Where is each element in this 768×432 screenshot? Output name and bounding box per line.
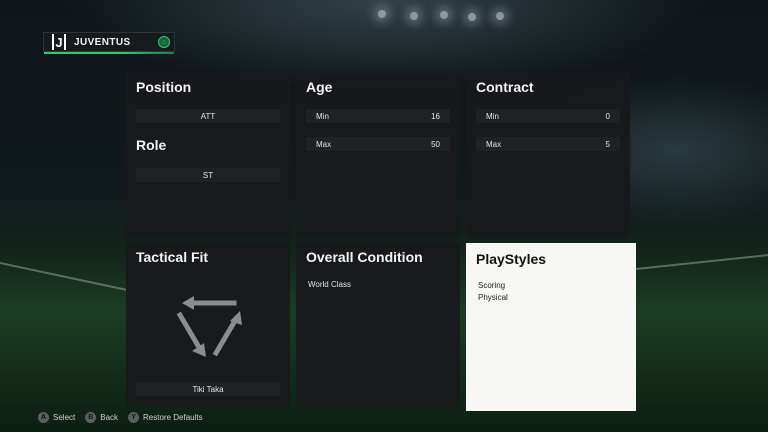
age-max-row[interactable]: Max 50 [306, 137, 450, 151]
club-logo: J [52, 34, 66, 50]
select-hint[interactable]: A Select [38, 412, 75, 423]
age-min-value: 16 [431, 111, 440, 121]
back-label: Back [100, 413, 119, 422]
age-max-value: 50 [431, 139, 440, 149]
tactical-fit-title: Tactical Fit [136, 249, 209, 265]
contract-max-label: Max [486, 139, 502, 149]
stadium-light [410, 12, 418, 20]
age-min-row[interactable]: Min 16 [306, 109, 450, 123]
stadium-light [378, 10, 386, 18]
contract-max-row[interactable]: Max 5 [476, 137, 620, 151]
stadium-light [496, 12, 504, 20]
playstyle-item: Physical [478, 293, 508, 302]
contract-min-row[interactable]: Min 0 [476, 109, 620, 123]
position-title: Position [136, 79, 192, 95]
restore-defaults-label: Restore Defaults [143, 413, 203, 422]
role-title: Role [136, 137, 167, 153]
stadium-light [440, 11, 448, 19]
position-panel[interactable]: Position ATT Role ST [126, 73, 290, 237]
tactical-fit-panel[interactable]: Tactical Fit Tiki Taka [126, 243, 290, 407]
contract-title: Contract [476, 79, 534, 95]
contract-min-value: 0 [605, 111, 610, 121]
a-button-icon: A [38, 412, 49, 423]
club-name: JUVENTUS [74, 36, 131, 48]
stadium-light [468, 13, 476, 21]
position-value-row[interactable]: ATT [136, 109, 280, 123]
contract-panel[interactable]: Contract Min 0 Max 5 [466, 73, 630, 237]
back-hint[interactable]: B Back [85, 412, 118, 423]
b-button-icon: B [85, 412, 97, 423]
tactical-fit-value-row[interactable]: Tiki Taka [136, 382, 280, 396]
restore-defaults-hint[interactable]: Y Restore Defaults [128, 412, 203, 423]
playstyles-title: PlayStyles [476, 251, 547, 267]
overall-condition-title: Overall Condition [306, 249, 423, 265]
contract-min-label: Min [486, 111, 499, 121]
rotating-arrows-icon [176, 296, 242, 357]
overall-condition-panel[interactable]: Overall Condition World Class [296, 243, 460, 407]
playstyle-item: Scoring [478, 281, 506, 290]
age-title: Age [306, 79, 333, 95]
age-max-label: Max [316, 139, 332, 149]
select-label: Select [53, 413, 76, 422]
house-icon: ⌂ [158, 36, 170, 48]
age-panel[interactable]: Age Min 16 Max 50 [296, 73, 460, 237]
club-badge[interactable]: J JUVENTUS ⌂ [43, 32, 175, 54]
overall-condition-value: World Class [308, 280, 351, 289]
role-value-row[interactable]: ST [136, 168, 280, 182]
contract-max-value: 5 [605, 139, 610, 149]
playstyles-panel[interactable]: PlayStyles Scoring Physical [466, 243, 636, 411]
age-min-label: Min [316, 111, 329, 121]
button-hints-bar: A Select B Back Y Restore Defaults [38, 412, 213, 423]
y-button-icon: Y [128, 412, 140, 423]
